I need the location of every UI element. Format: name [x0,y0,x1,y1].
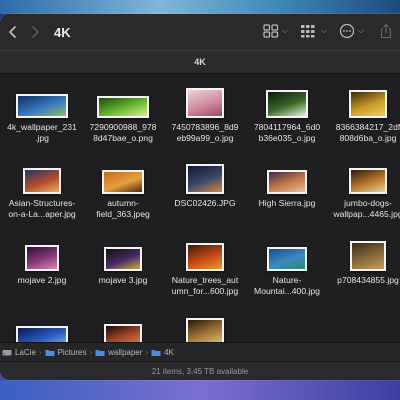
file-name: jumbo-dogs- wallpap...4465.jpg [333,198,400,219]
file-item[interactable]: 7450783896_8d9 eb99a99_o.jpg [165,74,245,148]
file-thumbnail [23,168,61,194]
file-thumbnail [266,90,308,118]
file-item[interactable]: 7804117964_6d0 b36e035_o.jpg [247,74,327,148]
file-thumbnail [102,170,144,194]
file-item[interactable]: autumn- field_363.jpeg [83,150,163,224]
path-item-label: LaCie [15,347,36,357]
file-item[interactable]: p708434855.jpg [328,227,400,301]
chevron-left-icon [9,26,16,38]
chevron-right-icon: › [89,347,93,357]
file-name: DSC02426.JPG [174,198,236,208]
path-bar: LaCie › Pictures › wallpaper › 4K [0,342,400,361]
file-item[interactable]: Nature_trees_aut umn_for...600.jpg [165,227,245,301]
chevron-down-icon: ⌵ [281,26,288,35]
file-name: High Sierra.jpg [258,198,316,208]
file-item[interactable]: mojave 3.jpg [83,227,163,301]
file-item[interactable]: Nature- Mountai...400.jpg [247,227,327,301]
file-name: Asian-Structures- on-a-La...aper.jpg [8,198,76,219]
file-grid: 4k_wallpaper_231 .jpg 7290900988_978 8d47… [0,74,400,354]
path-item[interactable]: 4K [151,348,174,357]
path-item[interactable]: Pictures [45,347,87,357]
file-name: mojave 2.jpg [17,275,67,285]
file-name: Nature- Mountai...400.jpg [254,275,320,296]
icon-view-grid-icon [263,24,278,38]
folder-icon [151,349,161,356]
chevron-right-icon: › [145,347,149,357]
file-name: autumn- field_363.jpeg [96,198,150,219]
folder-icon [45,349,55,356]
path-item-label: wallpaper [108,347,143,357]
file-name: mojave 3.jpg [98,275,148,285]
folder-icon [95,349,105,356]
file-thumbnail [16,94,68,118]
path-item[interactable]: LaCie [2,348,36,357]
file-thumbnail [97,96,149,118]
share-icon [380,23,392,39]
file-name: 7804117964_6d0 b36e035_o.jpg [253,122,321,143]
back-button[interactable] [2,21,24,43]
file-item[interactable]: Asian-Structures- on-a-La...aper.jpg [2,150,82,224]
file-thumbnail [25,245,59,271]
file-item[interactable]: mojave 2.jpg [2,227,82,301]
file-thumbnail [267,170,307,194]
tab-4k[interactable]: 4K [194,57,206,67]
status-text: 21 items, 3.45 TB available [151,367,249,376]
file-item[interactable]: jumbo-dogs- wallpap...4465.jpg [328,150,400,224]
file-item[interactable]: 4k_wallpaper_231 .jpg [2,74,82,148]
view-mode-button[interactable]: ⌵ [263,24,288,38]
file-item[interactable]: 7290900988_978 8d47bae_o.png [83,74,163,148]
file-name: 8366384217_2df 808d6ba_o.jpg [335,122,400,143]
file-name: 7450783896_8d9 eb99a99_o.jpg [171,122,239,143]
file-thumbnail [349,90,387,118]
file-thumbnail [186,88,224,118]
file-thumbnail [350,241,386,271]
chevron-down-icon: ⌵ [357,26,364,35]
group-grid-icon [300,25,315,38]
desktop-wallpaper-top [0,0,400,14]
chevron-right-icon: › [38,347,42,357]
file-name: p708434855.jpg [337,275,399,285]
toolbar: 4K ⌵ ⌵ ⌵ [0,14,400,50]
desktop-wallpaper-bottom [0,380,400,400]
file-thumbnail [349,168,387,194]
path-item-label: Pictures [57,347,87,357]
file-name: 7290900988_978 8d47bae_o.png [89,122,157,143]
forward-button[interactable] [24,21,46,43]
file-item[interactable]: 8366384217_2df 808d6ba_o.jpg [328,74,400,148]
file-name: Nature_trees_aut umn_for...600.jpg [171,275,239,296]
file-thumbnail [186,164,224,194]
file-name: 4k_wallpaper_231 .jpg [7,122,77,143]
chevron-right-icon [32,26,39,38]
file-item[interactable]: DSC02426.JPG [165,150,245,224]
finder-window: 4K ⌵ ⌵ ⌵ 4K 4k_wallpaper_231 .jpg 729090… [0,14,400,380]
path-item[interactable]: wallpaper [95,348,142,357]
status-bar: 21 items, 3.45 TB available [0,361,400,380]
file-item[interactable]: High Sierra.jpg [247,150,327,224]
file-thumbnail [104,247,142,271]
file-thumbnail [186,243,224,271]
chevron-down-icon: ⌵ [320,26,327,35]
more-actions-button[interactable]: ⌵ [339,23,364,39]
folder-title: 4K [54,24,71,40]
path-item-label: 4K [164,347,174,357]
drive-icon [2,349,12,355]
ellipsis-circle-icon [339,23,355,39]
tab-bar: 4K [0,50,400,74]
file-thumbnail [267,247,307,271]
group-by-button[interactable]: ⌵ [300,24,327,38]
share-button[interactable] [376,21,396,41]
